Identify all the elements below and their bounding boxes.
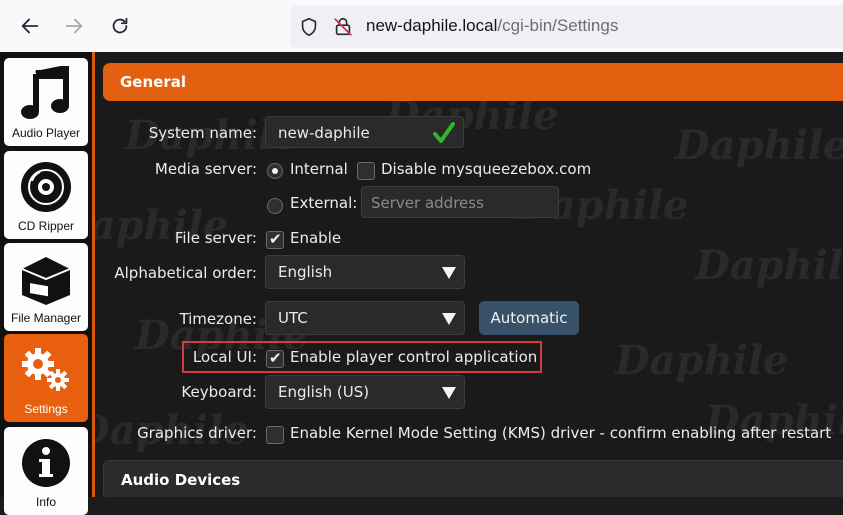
- kms-driver-option-label: Enable Kernel Mode Setting (KMS) driver …: [290, 424, 832, 442]
- dropdown-arrow-icon: [442, 313, 456, 325]
- system-name-label: System name:: [148, 124, 257, 142]
- automatic-timezone-button[interactable]: Automatic: [479, 301, 579, 335]
- browser-toolbar: new-daphile.local/cgi-bin/Settings: [0, 0, 843, 53]
- section-title: General: [120, 73, 186, 91]
- system-name-input[interactable]: new-daphile: [265, 116, 464, 148]
- system-name-value: new-daphile: [278, 124, 370, 142]
- sidebar-item-label: CD Ripper: [17, 219, 74, 233]
- local-ui-option-label: Enable player control application: [290, 348, 538, 366]
- arrow-left-icon: [21, 18, 39, 34]
- gears-icon: [22, 348, 69, 391]
- sidebar-item-settings[interactable]: Settings: [4, 334, 88, 422]
- info-icon: [22, 439, 70, 487]
- timezone-select[interactable]: UTC: [265, 301, 465, 335]
- box-folder-icon: [21, 257, 71, 305]
- music-note-icon: [21, 66, 69, 119]
- arrow-right-icon: [65, 18, 83, 34]
- internal-label: Internal: [290, 160, 348, 178]
- valid-checkmark-icon: [433, 122, 455, 143]
- file-server-enable-label: Enable: [290, 229, 342, 247]
- section-title: Audio Devices: [121, 471, 241, 489]
- url-host: new-daphile.local: [366, 16, 498, 35]
- keyboard-select[interactable]: English (US): [265, 375, 465, 409]
- disable-mysqueezebox-checkbox[interactable]: [357, 162, 375, 180]
- shield-icon[interactable]: [298, 16, 320, 38]
- sidebar-item-cd-ripper[interactable]: CD Ripper: [4, 151, 88, 239]
- insecure-lock-icon[interactable]: [332, 16, 354, 38]
- internal-radio[interactable]: [267, 163, 283, 179]
- audio-devices-section-header[interactable]: Audio Devices: [103, 460, 843, 497]
- kms-driver-checkbox[interactable]: [266, 426, 284, 444]
- checkmark-icon: ✔: [269, 230, 282, 248]
- timezone-value: UTC: [278, 309, 308, 327]
- reload-icon: [112, 17, 128, 34]
- sidebar-item-label: Audio Player: [11, 126, 81, 140]
- sidebar-item-audio-player[interactable]: Audio Player: [4, 58, 88, 146]
- reload-button[interactable]: [105, 11, 135, 41]
- checkmark-icon: ✔: [269, 349, 282, 367]
- file-server-enable-checkbox[interactable]: ✔: [266, 230, 284, 249]
- watermark-text: Daphile: [615, 337, 789, 384]
- url-text[interactable]: new-daphile.local/cgi-bin/Settings: [366, 16, 618, 36]
- disable-mysqueezebox-label: Disable mysqueezebox.com: [381, 160, 592, 178]
- dropdown-arrow-icon: [442, 267, 456, 279]
- keyboard-value: English (US): [278, 383, 370, 401]
- timezone-label: Timezone:: [179, 310, 257, 328]
- sidebar-item-label: Settings: [24, 402, 68, 416]
- external-radio[interactable]: [267, 198, 283, 214]
- sidebar: Audio Player CD Ripper File Manager Sett…: [0, 52, 95, 515]
- back-button[interactable]: [15, 11, 45, 41]
- sidebar-item-label: Info: [35, 495, 56, 509]
- sidebar-item-label: File Manager: [10, 311, 82, 325]
- sidebar-item-info[interactable]: Info: [4, 427, 88, 515]
- forward-button[interactable]: [59, 11, 89, 41]
- url-bar[interactable]: new-daphile.local/cgi-bin/Settings: [290, 6, 843, 48]
- settings-main: Daphile Daphile Daphile Daphile Daphile …: [95, 52, 843, 497]
- graphics-driver-label: Graphics driver:: [137, 424, 257, 442]
- watermark-text: Daphile: [695, 242, 843, 289]
- local-ui-label: Local UI:: [192, 348, 257, 366]
- dropdown-arrow-icon: [442, 387, 456, 399]
- alphabetical-order-select[interactable]: English: [265, 255, 465, 289]
- sidebar-item-file-manager[interactable]: File Manager: [4, 243, 88, 331]
- local-ui-checkbox[interactable]: ✔: [266, 349, 284, 368]
- url-path: /cgi-bin/Settings: [497, 16, 619, 35]
- cd-disc-icon: [21, 162, 71, 212]
- keyboard-label: Keyboard:: [181, 383, 257, 401]
- watermark-text: Daphile: [675, 122, 843, 169]
- server-address-placeholder: Server address: [371, 194, 484, 212]
- file-server-label: File server:: [174, 229, 257, 247]
- alphabetical-order-label: Alphabetical order:: [114, 264, 257, 282]
- external-label: External:: [290, 194, 358, 212]
- server-address-input[interactable]: Server address: [361, 186, 559, 218]
- alphabetical-order-value: English: [278, 263, 333, 281]
- general-section-header[interactable]: General: [103, 63, 843, 101]
- media-server-label: Media server:: [154, 160, 257, 178]
